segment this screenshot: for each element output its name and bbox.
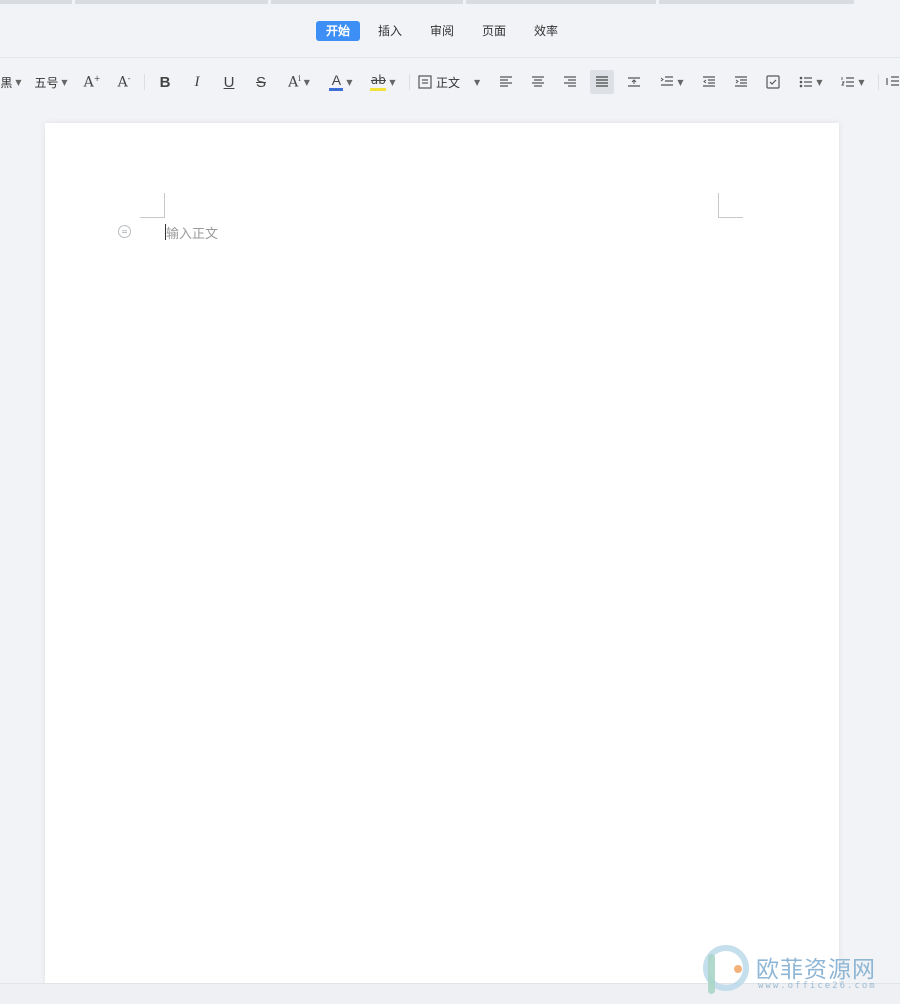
tab-start[interactable]: 开始: [316, 21, 360, 41]
font-family-dropdown[interactable]: 黒 ▼: [0, 70, 22, 94]
tab-efficiency[interactable]: 效率: [528, 21, 564, 41]
justify-icon: [596, 76, 608, 87]
superscript-icon: Ai: [288, 73, 301, 91]
bold-icon: B: [159, 73, 171, 91]
chevron-down-icon: ▼: [858, 77, 865, 87]
decrease-indent-button[interactable]: [697, 70, 721, 94]
checkbox-list-button[interactable]: [761, 70, 785, 94]
decrease-font-icon: A-: [117, 73, 131, 91]
tab-strip-segment: [271, 0, 463, 4]
align-center-icon: [532, 76, 544, 87]
margin-corner-top-left: [140, 193, 165, 218]
increase-indent-button[interactable]: [729, 70, 753, 94]
numbered-list-icon: [841, 77, 855, 87]
indent-list-dropdown[interactable]: ▼: [654, 70, 690, 94]
indent-list-icon: [661, 76, 674, 86]
watermark-logo-icon: [703, 945, 749, 994]
paragraph-style-icon: [418, 75, 432, 89]
bold-button[interactable]: B: [153, 70, 177, 94]
numbered-list-dropdown[interactable]: ▼: [835, 70, 871, 94]
window-tab-strip: [0, 0, 900, 5]
toolbar-separator: [144, 74, 145, 90]
font-family-value: 黒: [0, 75, 13, 90]
watermark-url: www.office26.com: [758, 981, 877, 991]
ribbon-menu: 开始 插入 审阅 页面 效率: [0, 14, 900, 48]
decrease-font-button[interactable]: A-: [112, 70, 136, 94]
superscript-dropdown[interactable]: Ai ▼: [281, 70, 317, 94]
watermark-title: 欧菲资源网: [756, 957, 876, 983]
bullet-list-icon: [800, 76, 813, 88]
site-watermark: 欧菲资源网 www.office26.com: [700, 944, 896, 998]
margin-corner-top-right: [718, 193, 743, 218]
strikethrough-button[interactable]: S: [249, 70, 273, 94]
chevron-down-icon: ▼: [15, 77, 22, 87]
increase-font-button[interactable]: A+: [80, 70, 104, 94]
menu-divider: [0, 57, 900, 58]
chevron-down-icon: ▼: [303, 77, 310, 87]
chevron-down-icon: ▼: [61, 77, 68, 87]
align-right-button[interactable]: [558, 70, 582, 94]
highlight-dropdown[interactable]: ab ▼: [365, 70, 401, 94]
underline-icon: U: [223, 73, 235, 91]
toolbar-separator: [878, 74, 879, 90]
body-placeholder[interactable]: 输入正文: [166, 223, 218, 242]
italic-button[interactable]: I: [185, 70, 209, 94]
bullet-list-dropdown[interactable]: ▼: [793, 70, 829, 94]
overflow-icon: [886, 76, 899, 86]
tab-page[interactable]: 页面: [476, 21, 512, 41]
paragraph-style-dropdown[interactable]: 正文 ▼: [418, 70, 488, 94]
font-size-value: 五号: [34, 75, 59, 90]
font-color-icon: A: [329, 73, 344, 91]
italic-icon: I: [194, 73, 200, 90]
tab-strip-segment: [0, 0, 72, 4]
underline-button[interactable]: U: [217, 70, 241, 94]
increase-indent-icon: [735, 76, 747, 87]
paragraph-style-value: 正文: [436, 75, 461, 90]
align-left-icon: [500, 76, 512, 87]
align-right-icon: [564, 76, 576, 87]
line-spacing-button[interactable]: [622, 70, 646, 94]
increase-font-icon: A+: [83, 73, 101, 91]
paragraph-handle-icon[interactable]: =: [118, 225, 131, 238]
overflow-button[interactable]: [886, 70, 900, 94]
font-size-dropdown[interactable]: 五号 ▼: [30, 70, 72, 94]
chevron-down-icon: ▼: [677, 77, 684, 87]
chevron-down-icon: ▼: [816, 77, 823, 87]
checkbox-list-icon: [766, 75, 780, 89]
align-left-button[interactable]: [494, 70, 518, 94]
decrease-indent-icon: [703, 76, 715, 87]
strikethrough-icon: S: [255, 73, 266, 91]
font-color-dropdown[interactable]: A ▼: [323, 70, 359, 94]
formatting-toolbar: 黒 ▼ 五号 ▼ A+ A- B I U S Ai ▼ A ▼ ab ▼ 正文 …: [0, 66, 900, 98]
align-center-button[interactable]: [526, 70, 550, 94]
document-page[interactable]: = 输入正文: [45, 123, 839, 983]
line-spacing-icon: [628, 77, 640, 87]
highlight-icon: ab: [370, 74, 387, 91]
tab-review[interactable]: 审阅: [424, 21, 460, 41]
justify-button[interactable]: [590, 70, 614, 94]
tab-strip-segment: [75, 0, 268, 4]
tab-strip-segment: [659, 0, 854, 4]
tab-insert[interactable]: 插入: [372, 21, 408, 41]
chevron-down-icon: ▼: [346, 77, 353, 87]
chevron-down-icon: ▼: [389, 77, 396, 87]
chevron-down-icon: ▼: [474, 77, 481, 87]
toolbar-separator: [409, 74, 410, 90]
tab-strip-segment: [466, 0, 656, 4]
